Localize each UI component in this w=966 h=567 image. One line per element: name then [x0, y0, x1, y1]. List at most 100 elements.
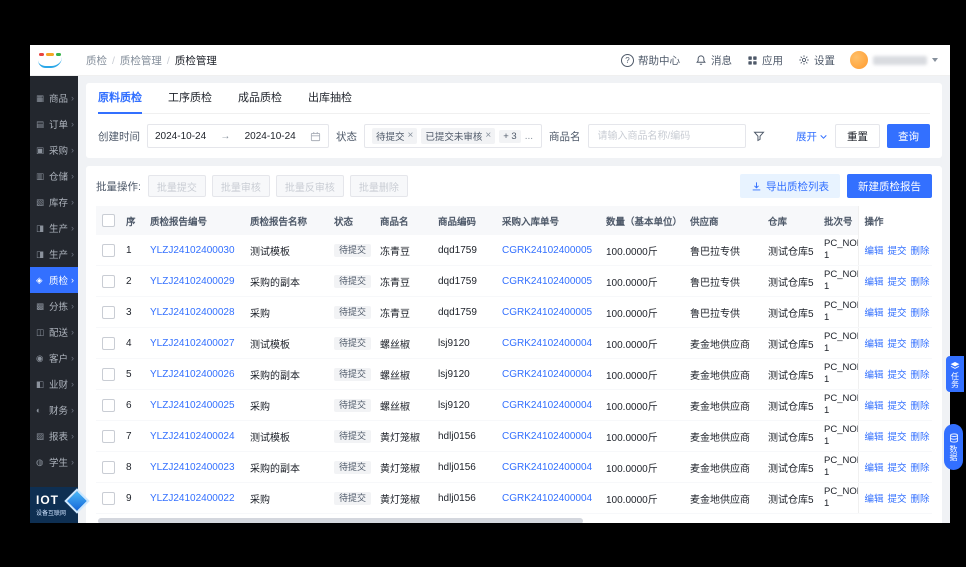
row-action-删除[interactable]: 删除 — [911, 370, 930, 381]
row-action-删除[interactable]: 删除 — [911, 246, 930, 257]
product-search-input[interactable] — [595, 129, 738, 143]
batch-button-批量删除[interactable]: 批量删除 — [349, 175, 408, 197]
row-action-删除[interactable]: 删除 — [911, 277, 930, 288]
row-action-编辑[interactable]: 编辑 — [865, 432, 884, 443]
sidebar-item-分拣[interactable]: ▩ 分拣 › — [30, 293, 78, 319]
sidebar-item-财务[interactable]: ◐ 财务 › — [30, 397, 78, 423]
row-action-删除[interactable]: 删除 — [911, 432, 930, 443]
row-action-编辑[interactable]: 编辑 — [865, 494, 884, 505]
row-action-提交[interactable]: 提交 — [888, 339, 907, 350]
report-no-link[interactable]: YLZJ24102400028 — [150, 307, 235, 318]
row-checkbox[interactable] — [102, 367, 115, 381]
batch-button-批量反审核[interactable]: 批量反审核 — [275, 175, 344, 197]
sidebar-item-生产[interactable]: ◨ 生产 › — [30, 215, 78, 241]
row-checkbox[interactable] — [102, 429, 115, 443]
breadcrumb-item[interactable]: 质检 — [86, 53, 115, 68]
search-button[interactable]: 查询 — [887, 124, 930, 148]
messages-button[interactable]: 消息 — [695, 53, 732, 68]
floating-task-tab[interactable]: 任务 — [946, 356, 964, 392]
row-action-提交[interactable]: 提交 — [888, 494, 907, 505]
tag-close-icon[interactable]: × — [408, 131, 414, 141]
receipt-no-link[interactable]: CGRK24102400004 — [502, 369, 592, 380]
row-checkbox[interactable] — [102, 336, 115, 350]
tab-工序质检[interactable]: 工序质检 — [168, 83, 212, 113]
batch-button-批量审核[interactable]: 批量审核 — [211, 175, 270, 197]
receipt-no-link[interactable]: CGRK24102400004 — [502, 400, 592, 411]
row-action-提交[interactable]: 提交 — [888, 308, 907, 319]
row-action-提交[interactable]: 提交 — [888, 401, 907, 412]
status-more-tag[interactable]: + 3 — [499, 129, 521, 143]
sidebar-item-业财[interactable]: ◧ 业财 › — [30, 371, 78, 397]
receipt-no-link[interactable]: CGRK24102400005 — [502, 245, 592, 256]
row-checkbox[interactable] — [102, 460, 115, 474]
help-center-button[interactable]: 帮助中心 — [621, 53, 680, 68]
row-checkbox[interactable] — [102, 398, 115, 412]
report-no-link[interactable]: YLZJ24102400030 — [150, 245, 235, 256]
row-action-删除[interactable]: 删除 — [911, 463, 930, 474]
expand-filters-button[interactable]: 展开 — [796, 129, 828, 144]
row-checkbox[interactable] — [102, 274, 115, 288]
sidebar-item-配送[interactable]: ◫ 配送 › — [30, 319, 78, 345]
tab-原料质检[interactable]: 原料质检 — [98, 83, 142, 114]
status-filter[interactable]: 待提交 × 已提交未审核 × + 3... — [364, 124, 542, 148]
sidebar-item-质检[interactable]: ◈ 质检 › — [30, 267, 78, 293]
date-range-picker[interactable]: 2024-10-24 → 2024-10-24 — [147, 124, 329, 148]
report-no-link[interactable]: YLZJ24102400029 — [150, 276, 235, 287]
row-action-提交[interactable]: 提交 — [888, 246, 907, 257]
apps-button[interactable]: 应用 — [747, 53, 783, 68]
report-no-link[interactable]: YLZJ24102400026 — [150, 369, 235, 380]
row-checkbox[interactable] — [102, 243, 115, 257]
report-no-link[interactable]: YLZJ24102400022 — [150, 493, 235, 504]
sidebar-item-学生餐[interactable]: ◍ 学生餐› — [30, 449, 78, 475]
sidebar-item-客户[interactable]: ◉ 客户 › — [30, 345, 78, 371]
report-no-link[interactable]: YLZJ24102400023 — [150, 462, 235, 473]
sidebar-item-采购[interactable]: ▣ 采购 › — [30, 137, 78, 163]
floating-data-button[interactable]: 数据 — [944, 424, 963, 470]
scrollbar-thumb[interactable] — [98, 518, 583, 523]
receipt-no-link[interactable]: CGRK24102400004 — [502, 338, 592, 349]
row-checkbox[interactable] — [102, 305, 115, 319]
report-no-link[interactable]: YLZJ24102400024 — [150, 431, 235, 442]
row-action-编辑[interactable]: 编辑 — [865, 401, 884, 412]
tab-成品质检[interactable]: 成品质检 — [238, 83, 282, 113]
row-action-删除[interactable]: 删除 — [911, 339, 930, 350]
filter-funnel-button[interactable] — [752, 130, 765, 142]
receipt-no-link[interactable]: CGRK24102400004 — [502, 493, 592, 504]
settings-button[interactable]: 设置 — [798, 53, 835, 68]
reset-button[interactable]: 重置 — [835, 124, 880, 148]
select-all-checkbox[interactable] — [102, 214, 115, 227]
user-menu[interactable] — [850, 51, 938, 69]
row-action-编辑[interactable]: 编辑 — [865, 308, 884, 319]
row-action-编辑[interactable]: 编辑 — [865, 370, 884, 381]
row-action-删除[interactable]: 删除 — [911, 494, 930, 505]
row-action-编辑[interactable]: 编辑 — [865, 246, 884, 257]
row-action-提交[interactable]: 提交 — [888, 370, 907, 381]
sidebar-item-商品[interactable]: ▦ 商品 › — [30, 85, 78, 111]
report-no-link[interactable]: YLZJ24102400027 — [150, 338, 235, 349]
create-inspection-report-button[interactable]: 新建质检报告 — [847, 174, 932, 198]
row-action-提交[interactable]: 提交 — [888, 277, 907, 288]
row-action-删除[interactable]: 删除 — [911, 401, 930, 412]
sidebar-item-生产[interactable]: ◨ 生产 › — [30, 241, 78, 267]
row-action-删除[interactable]: 删除 — [911, 308, 930, 319]
batch-button-批量提交[interactable]: 批量提交 — [147, 175, 206, 197]
receipt-no-link[interactable]: CGRK24102400004 — [502, 431, 592, 442]
export-inspection-list-button[interactable]: 导出质检列表 — [740, 174, 840, 198]
receipt-no-link[interactable]: CGRK24102400005 — [502, 307, 592, 318]
row-action-编辑[interactable]: 编辑 — [865, 277, 884, 288]
row-checkbox[interactable] — [102, 491, 115, 505]
brand-logo[interactable] — [30, 45, 78, 75]
receipt-no-link[interactable]: CGRK24102400004 — [502, 462, 592, 473]
row-action-编辑[interactable]: 编辑 — [865, 339, 884, 350]
sidebar-item-报表[interactable]: ▨ 报表 › — [30, 423, 78, 449]
tag-close-icon[interactable]: × — [485, 131, 491, 141]
sidebar-item-库存[interactable]: ▧ 库存 › — [30, 189, 78, 215]
row-action-提交[interactable]: 提交 — [888, 463, 907, 474]
tab-出库抽检[interactable]: 出库抽检 — [308, 83, 352, 113]
row-action-提交[interactable]: 提交 — [888, 432, 907, 443]
receipt-no-link[interactable]: CGRK24102400005 — [502, 276, 592, 287]
sidebar-item-订单[interactable]: ▤ 订单 › — [30, 111, 78, 137]
report-no-link[interactable]: YLZJ24102400025 — [150, 400, 235, 411]
breadcrumb-item[interactable]: 质检管理 — [120, 53, 170, 68]
sidebar-item-仓储[interactable]: ▥ 仓储 › — [30, 163, 78, 189]
